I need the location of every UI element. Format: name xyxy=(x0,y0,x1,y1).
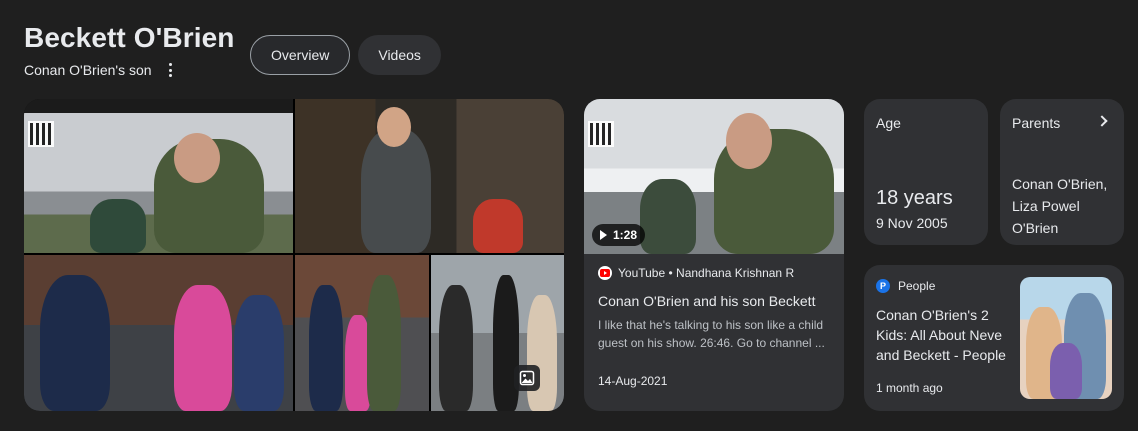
image-collage[interactable] xyxy=(24,99,564,411)
article-date: 1 month ago xyxy=(876,381,943,395)
person-shape xyxy=(309,285,343,411)
collage-image-5[interactable] xyxy=(431,255,564,411)
tab-overview[interactable]: Overview xyxy=(250,35,351,75)
child-shape xyxy=(473,199,523,253)
person-shape xyxy=(367,275,401,411)
article-thumbnail[interactable] xyxy=(1020,277,1112,399)
video-duration-badge: 1:28 xyxy=(592,224,646,246)
parents-line: Conan O'Brien, xyxy=(1012,176,1108,192)
more-vert-icon[interactable] xyxy=(164,62,178,78)
video-thumbnail[interactable]: 1:28 xyxy=(584,99,844,254)
qr-code-image xyxy=(28,121,54,147)
birth-date: 9 Nov 2005 xyxy=(876,215,948,231)
sign-shape xyxy=(493,275,519,411)
age-card: Age 18 years 9 Nov 2005 xyxy=(864,99,988,245)
child-shape xyxy=(640,179,696,254)
entity-subtitle: Conan O'Brien's son xyxy=(24,62,152,78)
article-source: People xyxy=(898,279,936,293)
age-value: 18 years xyxy=(876,187,953,209)
parents-card[interactable]: Parents Conan O'Brien, Liza Powel O'Brie… xyxy=(1000,99,1124,245)
play-icon xyxy=(600,230,607,240)
collage-image-4[interactable] xyxy=(295,255,429,411)
person-shape xyxy=(439,285,473,411)
video-duration: 1:28 xyxy=(613,228,638,242)
child-shape xyxy=(1050,343,1082,399)
person-shape xyxy=(40,275,110,411)
parents-label: Parents xyxy=(1012,115,1061,131)
tab-bar: Overview Videos xyxy=(250,35,441,75)
video-card[interactable]: 1:28 YouTube • Nandhana Krishnan R Conan… xyxy=(584,99,844,411)
youtube-icon xyxy=(598,266,612,280)
people-logo-icon: P xyxy=(876,279,890,293)
person-shape xyxy=(527,295,557,411)
entity-title: Beckett O'Brien xyxy=(24,22,235,53)
image-icon[interactable] xyxy=(514,365,540,391)
age-label: Age xyxy=(876,115,901,131)
collage-image-2[interactable] xyxy=(295,99,564,253)
collage-image-3[interactable] xyxy=(24,255,293,411)
face-shape xyxy=(174,133,220,183)
person-shape xyxy=(361,129,431,253)
face-shape xyxy=(377,107,411,147)
entity-header: Beckett O'Brien Conan O'Brien's son xyxy=(24,22,234,78)
face-shape xyxy=(726,113,772,169)
parents-line: Liza Powel xyxy=(1012,198,1080,214)
article-card[interactable]: P People Conan O'Brien's 2 Kids: All Abo… xyxy=(864,265,1124,411)
video-date: 14-Aug-2021 xyxy=(598,374,668,388)
collage-image-1[interactable] xyxy=(24,99,293,253)
qr-code-image xyxy=(588,121,614,147)
article-title[interactable]: Conan O'Brien's 2 Kids: All About Neve a… xyxy=(876,305,1014,365)
video-description: I like that he's talking to his son like… xyxy=(598,318,825,350)
child-shape xyxy=(234,295,284,411)
child-shape xyxy=(90,199,146,253)
tab-videos[interactable]: Videos xyxy=(358,35,441,75)
video-info: YouTube • Nandhana Krishnan R Conan O'Br… xyxy=(584,254,844,400)
child-shape xyxy=(174,285,232,411)
video-source-row: YouTube • Nandhana Krishnan R xyxy=(598,266,830,280)
video-source: YouTube • Nandhana Krishnan R xyxy=(618,266,795,280)
subtitle-row: Conan O'Brien's son xyxy=(24,62,234,78)
video-title[interactable]: Conan O'Brien and his son Beckett xyxy=(598,292,830,310)
parents-line: O'Brien xyxy=(1012,220,1059,236)
parents-value: Conan O'Brien, Liza Powel O'Brien xyxy=(1012,173,1120,239)
